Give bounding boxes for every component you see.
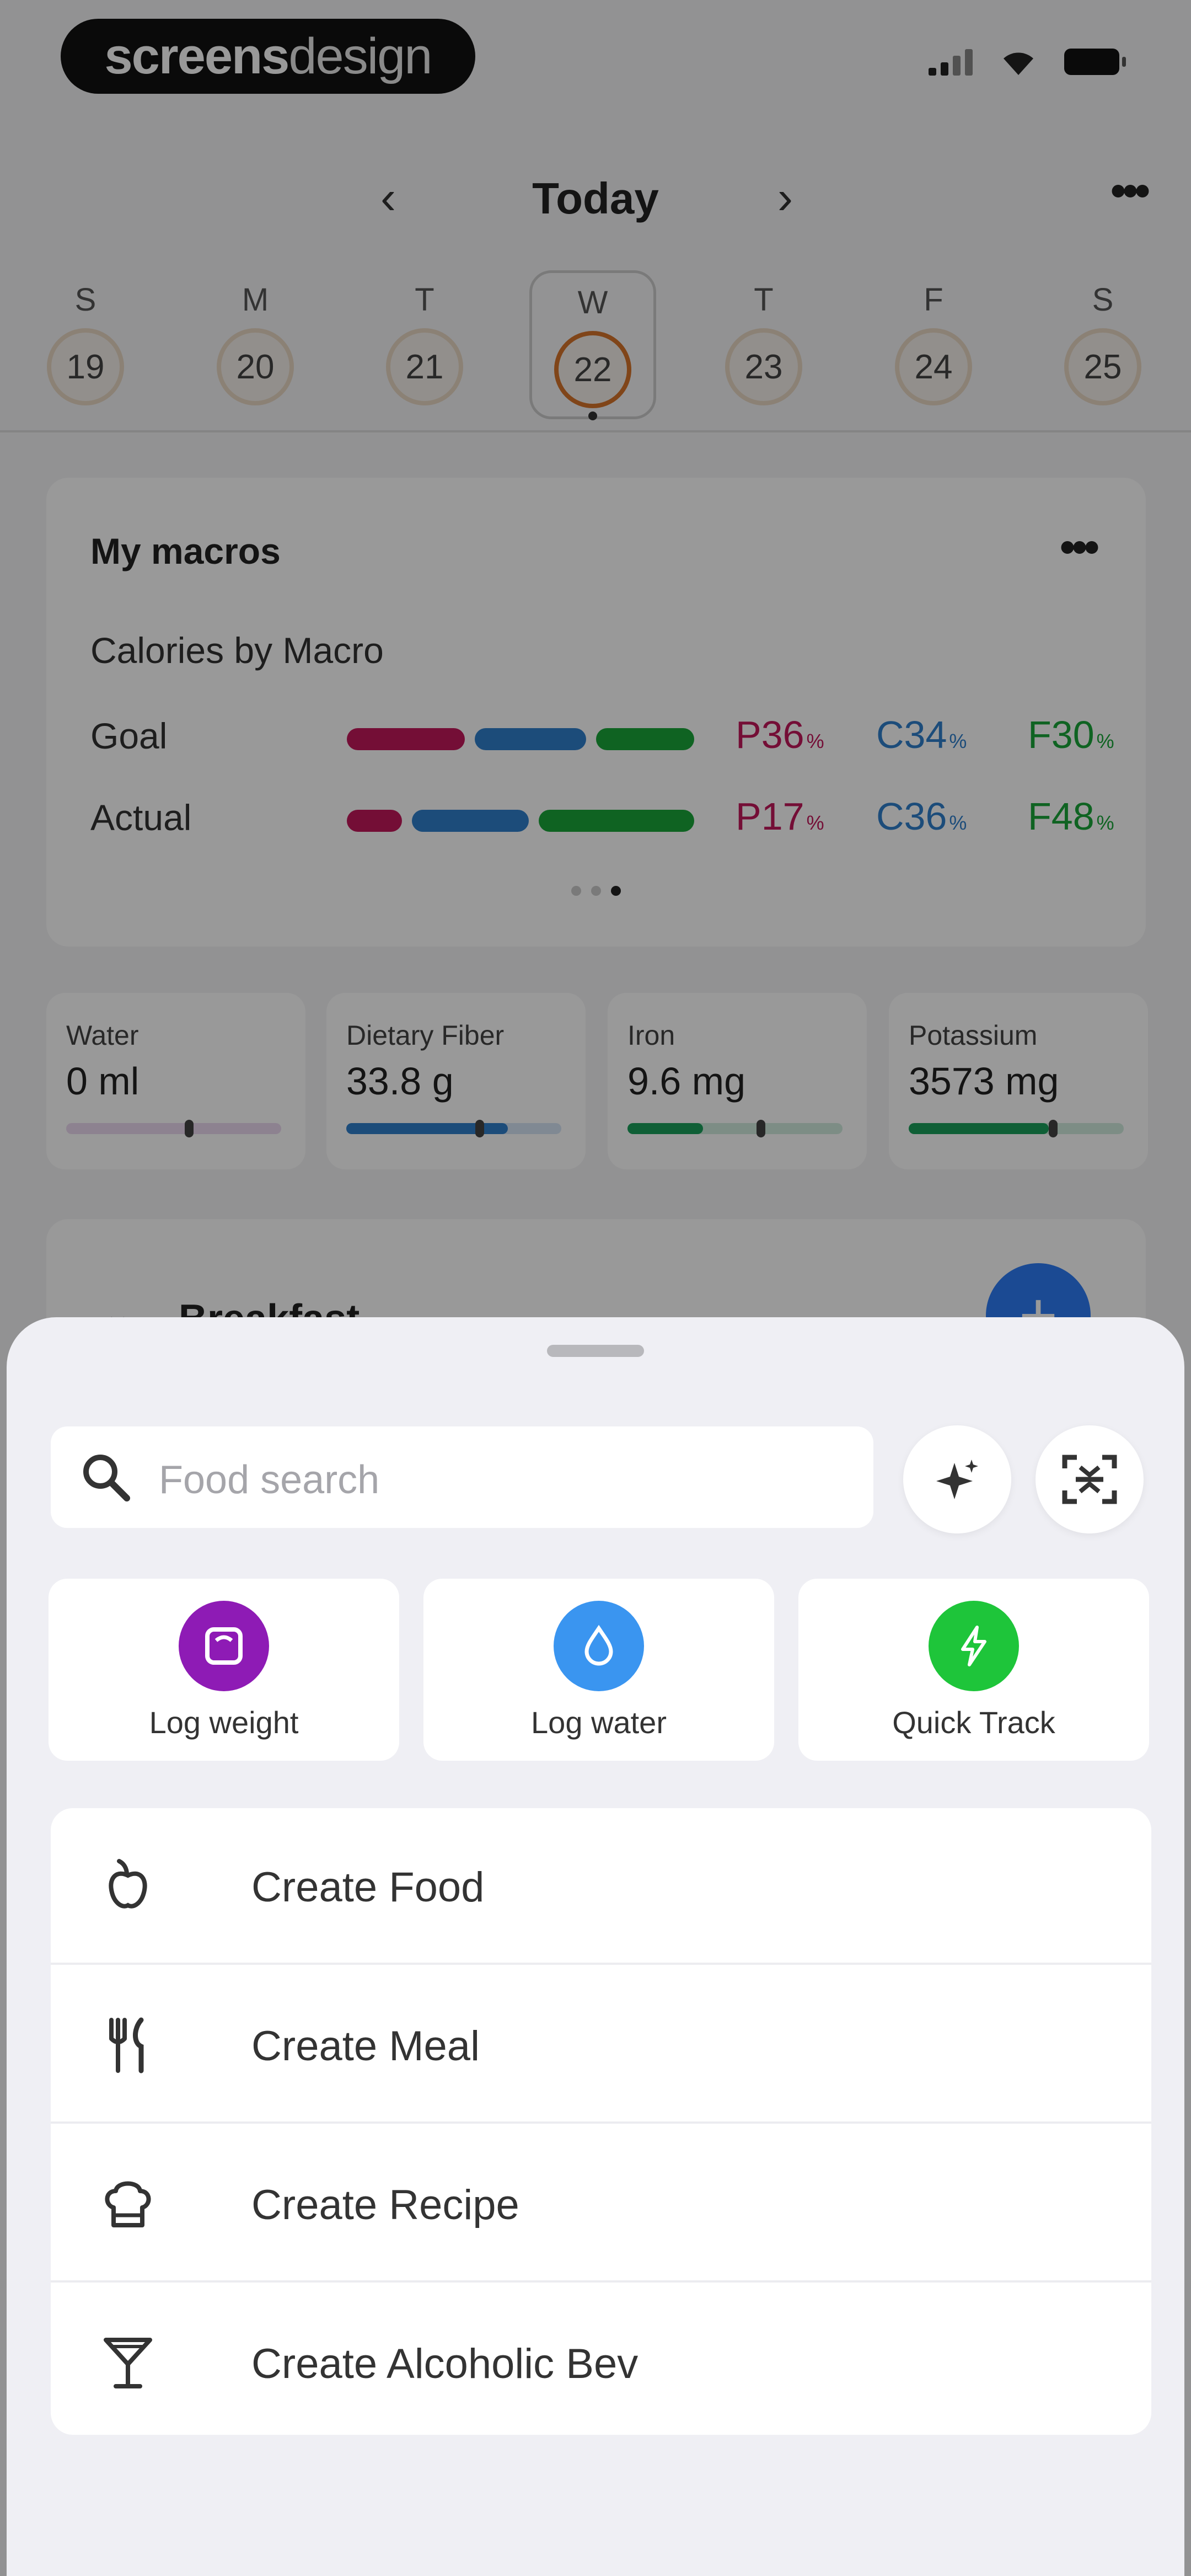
list-separator: [51, 2280, 1151, 2283]
log-weight-button[interactable]: Log weight: [49, 1579, 399, 1761]
create-item-label: Create Recipe: [251, 2182, 519, 2228]
create-item-label: Create Food: [251, 1864, 485, 1911]
create-meal-item[interactable]: Create Meal: [51, 1967, 1151, 2124]
create-food-item[interactable]: Create Food: [51, 1808, 1151, 1965]
create-alcoholic-bev-item[interactable]: Create Alcoholic Bev: [51, 2285, 1151, 2435]
sparkle-icon: [936, 1460, 978, 1499]
create-list: Create Food Create Meal Create Recipe Creat…: [51, 1808, 1151, 2435]
quick-track-button[interactable]: Quick Track: [798, 1579, 1149, 1761]
search-icon: [83, 1455, 130, 1501]
list-separator: [51, 2121, 1151, 2124]
add-bottom-sheet: Food search Log weight Log water Quick Tra…: [7, 1317, 1184, 2576]
app-screen: screens design ‹ Today › ••• S 19 M 20 T 21 W 22…: [0, 0, 1191, 2576]
sheet-handle[interactable]: [547, 1345, 644, 1357]
barcode-scan-icon: [1062, 1455, 1117, 1504]
action-label: Log weight: [149, 1705, 299, 1740]
scale-icon: [179, 1601, 269, 1691]
water-drop-icon: [554, 1601, 644, 1691]
cocktail-glass-icon: [95, 2330, 161, 2396]
list-separator: [51, 1963, 1151, 1965]
create-recipe-item[interactable]: Create Recipe: [51, 2126, 1151, 2283]
chef-hat-icon: [95, 2171, 161, 2237]
action-label: Quick Track: [892, 1705, 1055, 1740]
log-water-button[interactable]: Log water: [423, 1579, 774, 1761]
search-placeholder: Food search: [159, 1458, 380, 1502]
apple-icon: [95, 1853, 161, 1920]
lightning-icon: [929, 1601, 1019, 1691]
create-item-label: Create Alcoholic Bev: [251, 2340, 639, 2387]
barcode-scan-button[interactable]: [1036, 1425, 1144, 1533]
ai-search-button[interactable]: [903, 1425, 1011, 1533]
fork-knife-icon: [95, 2012, 161, 2078]
create-item-label: Create Meal: [251, 2023, 480, 2070]
action-label: Log water: [531, 1705, 667, 1740]
food-search-input[interactable]: Food search: [51, 1426, 873, 1528]
